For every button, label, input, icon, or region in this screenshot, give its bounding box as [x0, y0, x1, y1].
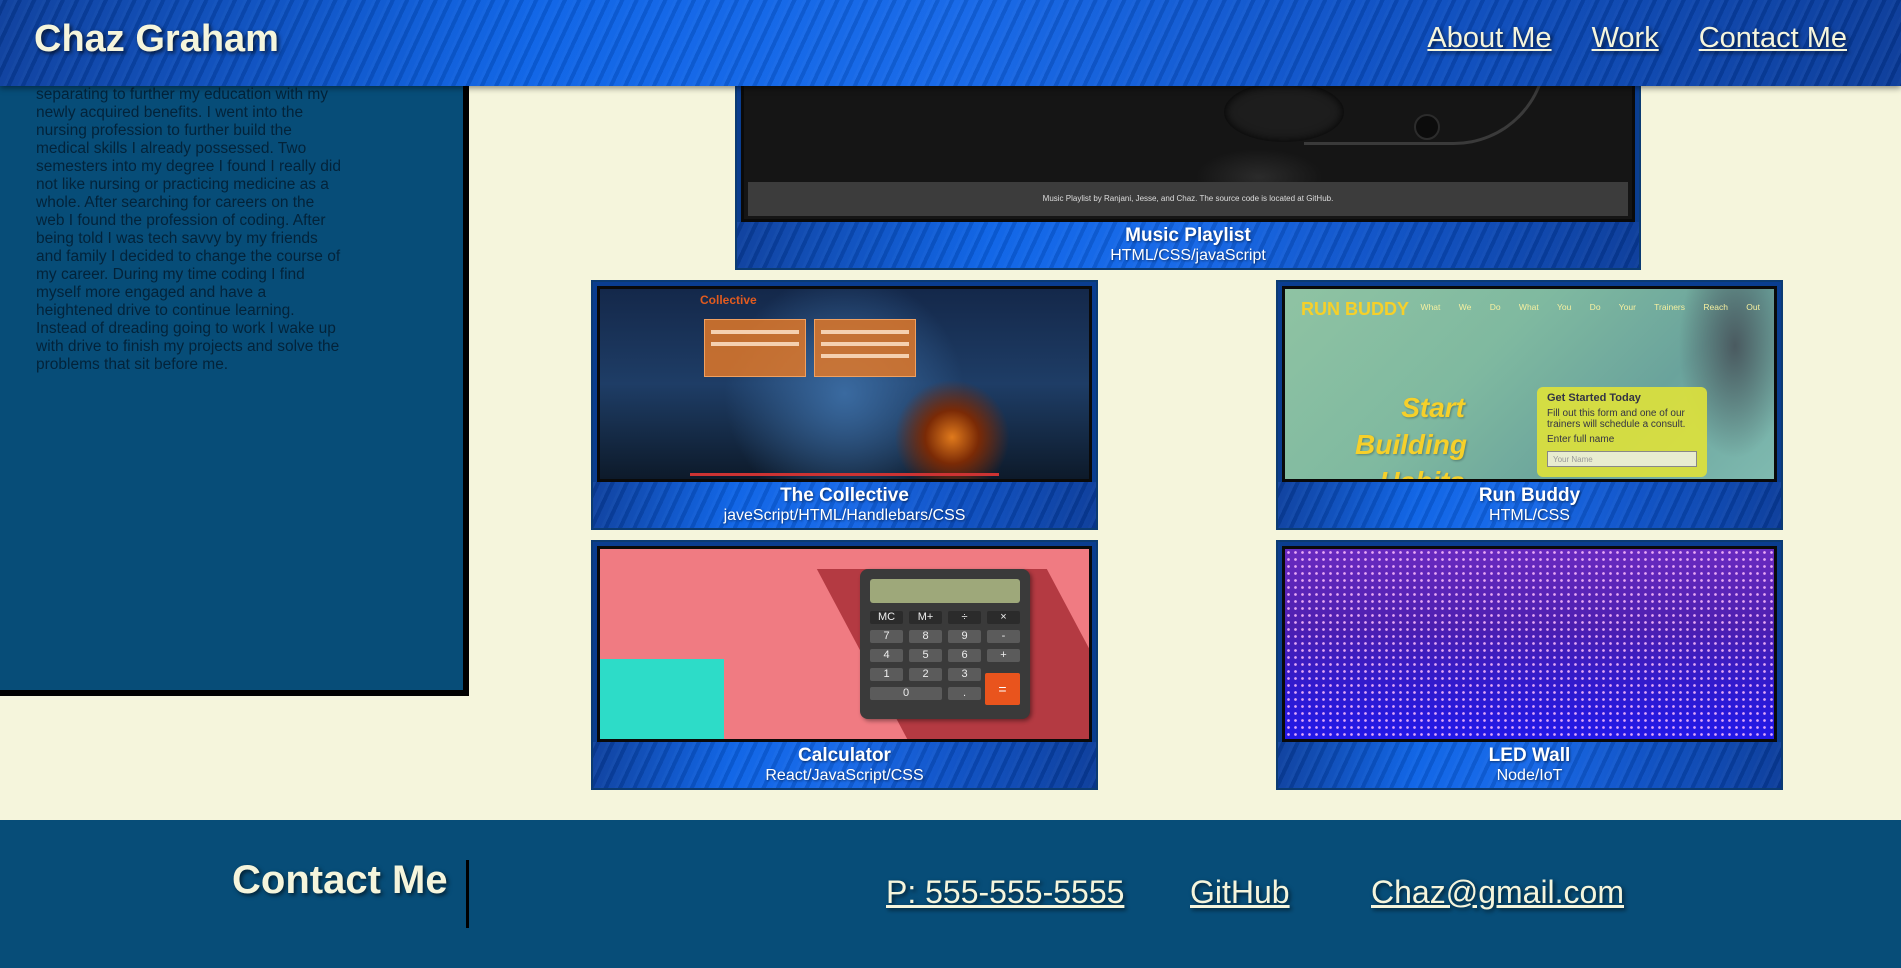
- teal-block: [600, 659, 724, 739]
- project-caption: LED Wall Node/IoT: [1278, 742, 1781, 788]
- project-screenshot: MC M+ ÷ × 7 8 9 - 4 5 6 + 1 2 3 0 . =: [597, 546, 1092, 742]
- calculator-device: MC M+ ÷ × 7 8 9 - 4 5 6 + 1 2 3 0 . =: [860, 569, 1030, 719]
- project-card-the-collective[interactable]: Collective The Collective javeScript/HTM…: [591, 280, 1098, 530]
- about-me-text: separating to further my education with …: [36, 86, 341, 373]
- login-form-mock: [704, 319, 806, 377]
- nav-work[interactable]: Work: [1592, 22, 1659, 55]
- project-title: The Collective: [780, 485, 909, 506]
- site-title: Chaz Graham: [34, 18, 279, 60]
- run-buddy-signup-box: Get Started Today Fill out this form and…: [1537, 387, 1707, 477]
- signup-form-mock: [814, 319, 916, 377]
- project-title: Calculator: [798, 745, 891, 766]
- project-screenshot: Collective: [597, 286, 1092, 482]
- screenshot-footer: Music Playlist by Ranjani, Jesse, and Ch…: [748, 182, 1628, 216]
- footer-line: [690, 473, 999, 476]
- collective-logo: Collective: [700, 293, 757, 307]
- project-card-run-buddy[interactable]: RUN BUDDY What We Do What You Do Your Tr…: [1276, 280, 1783, 530]
- project-caption: Music Playlist HTML/CSS/javaScript: [737, 222, 1639, 268]
- project-screenshot: RUN BUDDY What We Do What You Do Your Tr…: [1282, 286, 1777, 482]
- project-tech: Node/IoT: [1496, 767, 1563, 784]
- project-caption: Run Buddy HTML/CSS: [1278, 482, 1781, 528]
- calculator-screen: [870, 579, 1020, 603]
- run-buddy-nav: What We Do What You Do Your Trainers Rea…: [1420, 302, 1760, 312]
- headphones-knob: [1414, 114, 1440, 140]
- project-tech: HTML/CSS: [1489, 507, 1570, 524]
- project-caption: Calculator React/JavaScript/CSS: [593, 742, 1096, 788]
- project-caption: The Collective javeScript/HTML/Handlebar…: [593, 482, 1096, 528]
- equals-key: =: [985, 673, 1020, 705]
- phone-link[interactable]: P: 555-555-5555: [886, 874, 1124, 911]
- main-nav: About Me Work Contact Me: [1427, 22, 1847, 55]
- project-tech: HTML/CSS/javaScript: [1110, 247, 1266, 264]
- site-header: Chaz Graham About Me Work Contact Me: [0, 0, 1901, 86]
- footer-divider: [466, 860, 469, 928]
- contact-footer: Contact Me P: 555-555-5555 GitHub Chaz@g…: [0, 820, 1901, 968]
- project-title: LED Wall: [1488, 745, 1571, 766]
- project-tech: javeScript/HTML/Handlebars/CSS: [723, 507, 966, 524]
- email-link[interactable]: Chaz@gmail.com: [1371, 874, 1624, 911]
- project-title: Run Buddy: [1478, 485, 1581, 506]
- nav-contact-me[interactable]: Contact Me: [1699, 22, 1847, 55]
- project-tech: React/JavaScript/CSS: [765, 767, 924, 784]
- project-card-led-wall[interactable]: LED Wall Node/IoT: [1276, 540, 1783, 790]
- github-link[interactable]: GitHub: [1190, 874, 1290, 911]
- nav-about-me[interactable]: About Me: [1427, 22, 1551, 55]
- about-me-panel: separating to further my education with …: [0, 60, 469, 696]
- project-title: Music Playlist: [1125, 225, 1251, 246]
- run-buddy-hero: Start Building Habits: [1355, 392, 1467, 482]
- project-screenshot: [1282, 546, 1777, 742]
- contact-heading: Contact Me: [232, 858, 448, 902]
- project-card-music-playlist[interactable]: Music Playlist by Ranjani, Jesse, and Ch…: [735, 52, 1641, 270]
- project-card-calculator[interactable]: MC M+ ÷ × 7 8 9 - 4 5 6 + 1 2 3 0 . = Ca…: [591, 540, 1098, 790]
- run-buddy-logo: RUN BUDDY: [1301, 299, 1409, 319]
